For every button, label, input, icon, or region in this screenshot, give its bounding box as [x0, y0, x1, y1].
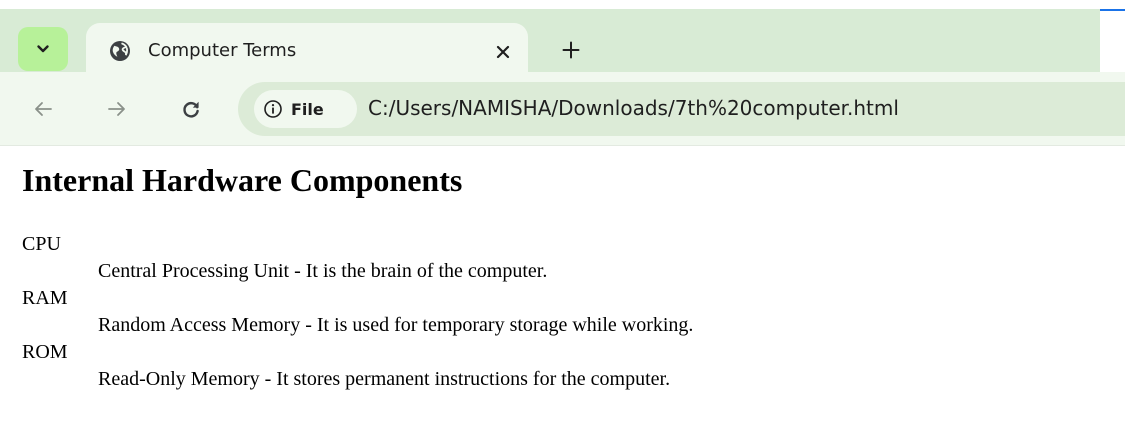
address-bar[interactable]: File C:/Users/NAMISHA/Downloads/7th%20co… [238, 82, 1125, 136]
site-info-label: File [291, 99, 324, 119]
chevron-down-icon [37, 45, 49, 53]
reload-button[interactable] [174, 92, 208, 126]
tab-list-button[interactable] [18, 27, 68, 71]
page-heading: Internal Hardware Components [22, 162, 463, 198]
arrow-right-icon [108, 102, 125, 116]
definition-ram: Random Access Memory - It is used for te… [98, 314, 694, 336]
tab-title: Computer Terms [148, 40, 297, 61]
toolbar: File C:/Users/NAMISHA/Downloads/7th%20co… [0, 72, 1125, 146]
tab-close-button[interactable] [490, 39, 516, 65]
window-corner-accent [1100, 9, 1125, 11]
tab-strip: Computer Terms [0, 9, 1100, 81]
page-content: Internal Hardware Components CPU Central… [0, 147, 1125, 432]
reload-icon [183, 101, 199, 118]
arrow-left-icon [35, 102, 52, 116]
definition-list: CPU Central Processing Unit - It is the … [22, 231, 693, 393]
close-icon [496, 45, 510, 59]
site-info-button[interactable]: File [254, 90, 357, 128]
plus-icon [562, 41, 580, 59]
back-button[interactable] [26, 92, 60, 126]
new-tab-button[interactable] [556, 35, 586, 65]
browser-window: Computer Terms File C:/Users/NAMISHA/Dow… [0, 0, 1125, 432]
forward-button[interactable] [100, 92, 134, 126]
term-rom: ROM [22, 341, 68, 363]
definition-cpu: Central Processing Unit - It is the brai… [98, 260, 548, 282]
term-cpu: CPU [22, 233, 61, 255]
term-ram: RAM [22, 287, 68, 309]
url-text[interactable]: C:/Users/NAMISHA/Downloads/7th%20compute… [368, 96, 899, 120]
definition-rom: Read-Only Memory - It stores permanent i… [98, 368, 671, 390]
info-icon [264, 100, 282, 118]
globe-icon [110, 41, 130, 61]
